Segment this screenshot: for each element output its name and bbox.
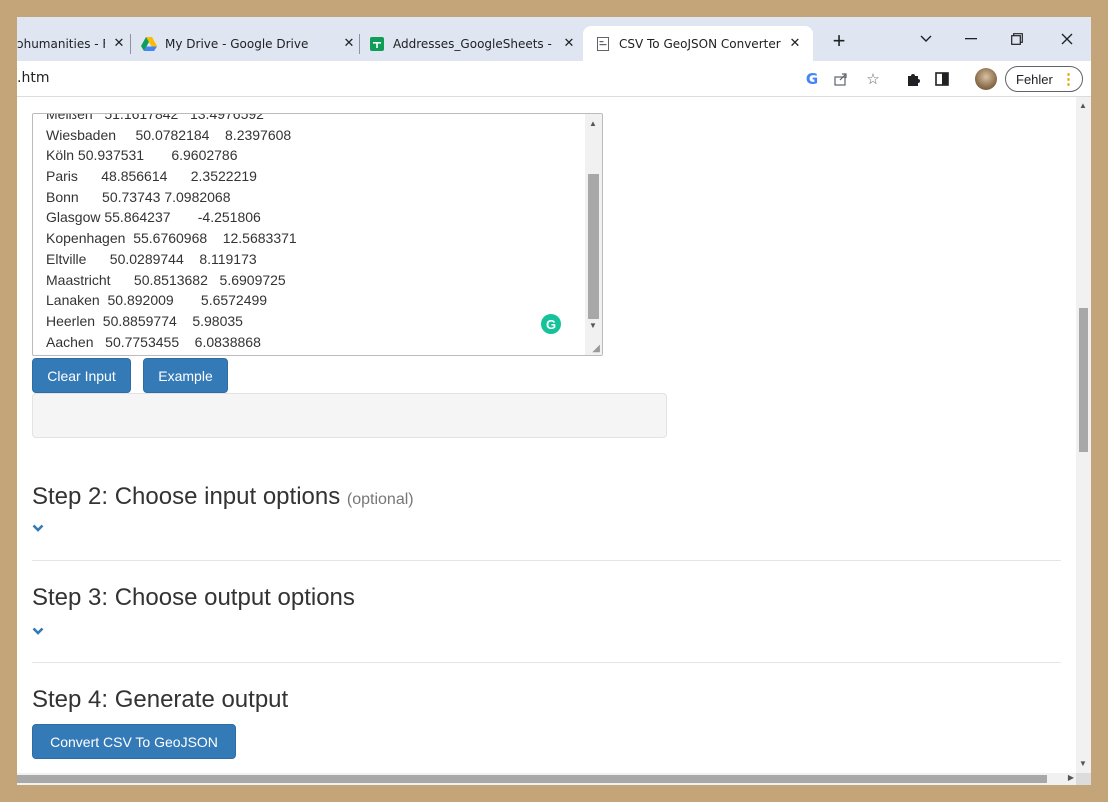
tab-google-drive[interactable]: My Drive - Google Drive ✕ bbox=[141, 26, 357, 61]
step2-optional-label: (optional) bbox=[346, 491, 414, 508]
profile-error-button[interactable]: Fehler ⋮ bbox=[1005, 66, 1083, 92]
tab-title: ɔhumanities - F bbox=[17, 36, 105, 51]
browser-toolbar: .htm G ☆ Fehler ⋮ bbox=[17, 61, 1091, 97]
example-button[interactable]: Example bbox=[143, 358, 228, 393]
csv-line: Wiesbaden 50.0782184 8.2397608 bbox=[46, 126, 292, 143]
tab-csv-to-geojson[interactable]: CSV To GeoJSON Converter ✕ bbox=[583, 26, 813, 61]
csv-line: Meißen 51.1617842 13.4976592 bbox=[46, 113, 264, 122]
close-tab-icon[interactable]: ✕ bbox=[111, 36, 127, 52]
new-tab-button[interactable]: + bbox=[825, 27, 853, 55]
page-vertical-scrollbar[interactable]: ▲ ▼ bbox=[1076, 97, 1091, 773]
csv-text: Meißen 51.1617842 13.4976592 Wiesbaden 50… bbox=[46, 113, 297, 352]
divider bbox=[32, 662, 1061, 663]
close-tab-icon[interactable]: ✕ bbox=[341, 36, 357, 52]
step2-heading: Step 2: Choose input options (optional) bbox=[32, 483, 414, 511]
csv-line: Glasgow 55.864237 -4.251806 bbox=[46, 209, 261, 226]
scroll-down-arrow-icon[interactable]: ▼ bbox=[1079, 759, 1087, 768]
google-drive-icon bbox=[141, 36, 157, 52]
resize-handle-icon[interactable]: ◢ bbox=[592, 343, 600, 354]
tab-title: CSV To GeoJSON Converter bbox=[619, 36, 781, 51]
scrollbar-thumb[interactable] bbox=[1079, 308, 1088, 452]
google-translate-icon[interactable]: G bbox=[801, 69, 823, 89]
textarea-scrollbar[interactable]: ▲ ▼ bbox=[585, 114, 602, 355]
tab-separator bbox=[359, 34, 360, 54]
profile-error-label: Fehler bbox=[1016, 71, 1053, 87]
google-sheets-icon bbox=[369, 36, 385, 52]
page-horizontal-scrollbar[interactable]: ▶ bbox=[17, 773, 1076, 785]
divider bbox=[32, 560, 1061, 561]
tab-google-sheets[interactable]: Addresses_GoogleSheets - G ✕ bbox=[369, 26, 577, 61]
csv-line: Bonn 50.73743 7.0982068 bbox=[46, 188, 231, 205]
tab-search-icon[interactable] bbox=[906, 25, 946, 53]
step3-heading: Step 3: Choose output options bbox=[32, 584, 355, 611]
close-tab-icon[interactable]: ✕ bbox=[561, 36, 577, 52]
scroll-down-arrow-icon[interactable]: ▼ bbox=[589, 321, 597, 330]
grammarly-icon[interactable]: G bbox=[541, 314, 561, 334]
profile-avatar[interactable] bbox=[975, 68, 997, 90]
csv-line: Lanaken 50.892009 5.6572499 bbox=[46, 292, 268, 309]
csv-line: Aachen 50.7753455 6.0838868 bbox=[46, 333, 261, 350]
share-icon[interactable] bbox=[830, 69, 852, 89]
page-content: Meißen 51.1617842 13.4976592 Wiesbaden 50… bbox=[17, 97, 1091, 773]
csv-line: Paris 48.856614 2.3522219 bbox=[46, 168, 257, 185]
csv-line: Heerlen 50.8859774 5.98035 bbox=[46, 312, 243, 329]
step4-heading: Step 4: Generate output bbox=[32, 686, 289, 713]
chevron-down-icon[interactable] bbox=[32, 519, 44, 535]
status-message-area bbox=[32, 393, 667, 438]
tab-title: My Drive - Google Drive bbox=[165, 36, 309, 51]
minimize-icon[interactable] bbox=[951, 25, 991, 53]
scrollbar-thumb[interactable] bbox=[588, 174, 599, 319]
csv-line: Eltville 50.0289744 8.119173 bbox=[46, 250, 257, 267]
scroll-up-arrow-icon[interactable]: ▲ bbox=[589, 119, 597, 128]
csv-line: Maastricht 50.8513682 5.6909725 bbox=[46, 271, 286, 288]
scrollbar-thumb[interactable] bbox=[17, 775, 1047, 783]
address-bar[interactable]: .htm bbox=[17, 70, 49, 86]
scroll-right-arrow-icon[interactable]: ▶ bbox=[1068, 773, 1074, 782]
csv-input-textarea[interactable]: Meißen 51.1617842 13.4976592 Wiesbaden 50… bbox=[32, 113, 603, 356]
side-panel-icon[interactable] bbox=[931, 69, 953, 89]
page-icon bbox=[595, 36, 611, 52]
close-window-icon[interactable] bbox=[1047, 25, 1087, 53]
csv-line: Kopenhagen 55.6760968 12.5683371 bbox=[46, 230, 297, 247]
convert-button[interactable]: Convert CSV To GeoJSON bbox=[32, 724, 236, 759]
restore-icon[interactable] bbox=[997, 25, 1037, 53]
bookmark-star-icon[interactable]: ☆ bbox=[862, 69, 884, 89]
extensions-icon[interactable] bbox=[902, 69, 924, 89]
chevron-down-icon[interactable] bbox=[32, 622, 44, 638]
tab-separator bbox=[130, 34, 131, 54]
scrollbar-corner bbox=[1076, 773, 1091, 785]
tab-humanities[interactable]: ɔhumanities - F ✕ bbox=[17, 26, 127, 61]
menu-icon[interactable]: ⋮ bbox=[1061, 70, 1076, 88]
browser-window: ɔhumanities - F ✕ My Drive - Google Driv… bbox=[17, 17, 1091, 785]
csv-line: Köln 50.937531 6.9602786 bbox=[46, 147, 238, 164]
tab-strip: ɔhumanities - F ✕ My Drive - Google Driv… bbox=[17, 17, 1091, 61]
tab-title: Addresses_GoogleSheets - G bbox=[393, 36, 555, 51]
clear-input-button[interactable]: Clear Input bbox=[32, 358, 131, 393]
close-tab-icon[interactable]: ✕ bbox=[787, 36, 803, 52]
scroll-up-arrow-icon[interactable]: ▲ bbox=[1079, 101, 1087, 110]
step2-title: Step 2: Choose input options bbox=[32, 483, 341, 510]
